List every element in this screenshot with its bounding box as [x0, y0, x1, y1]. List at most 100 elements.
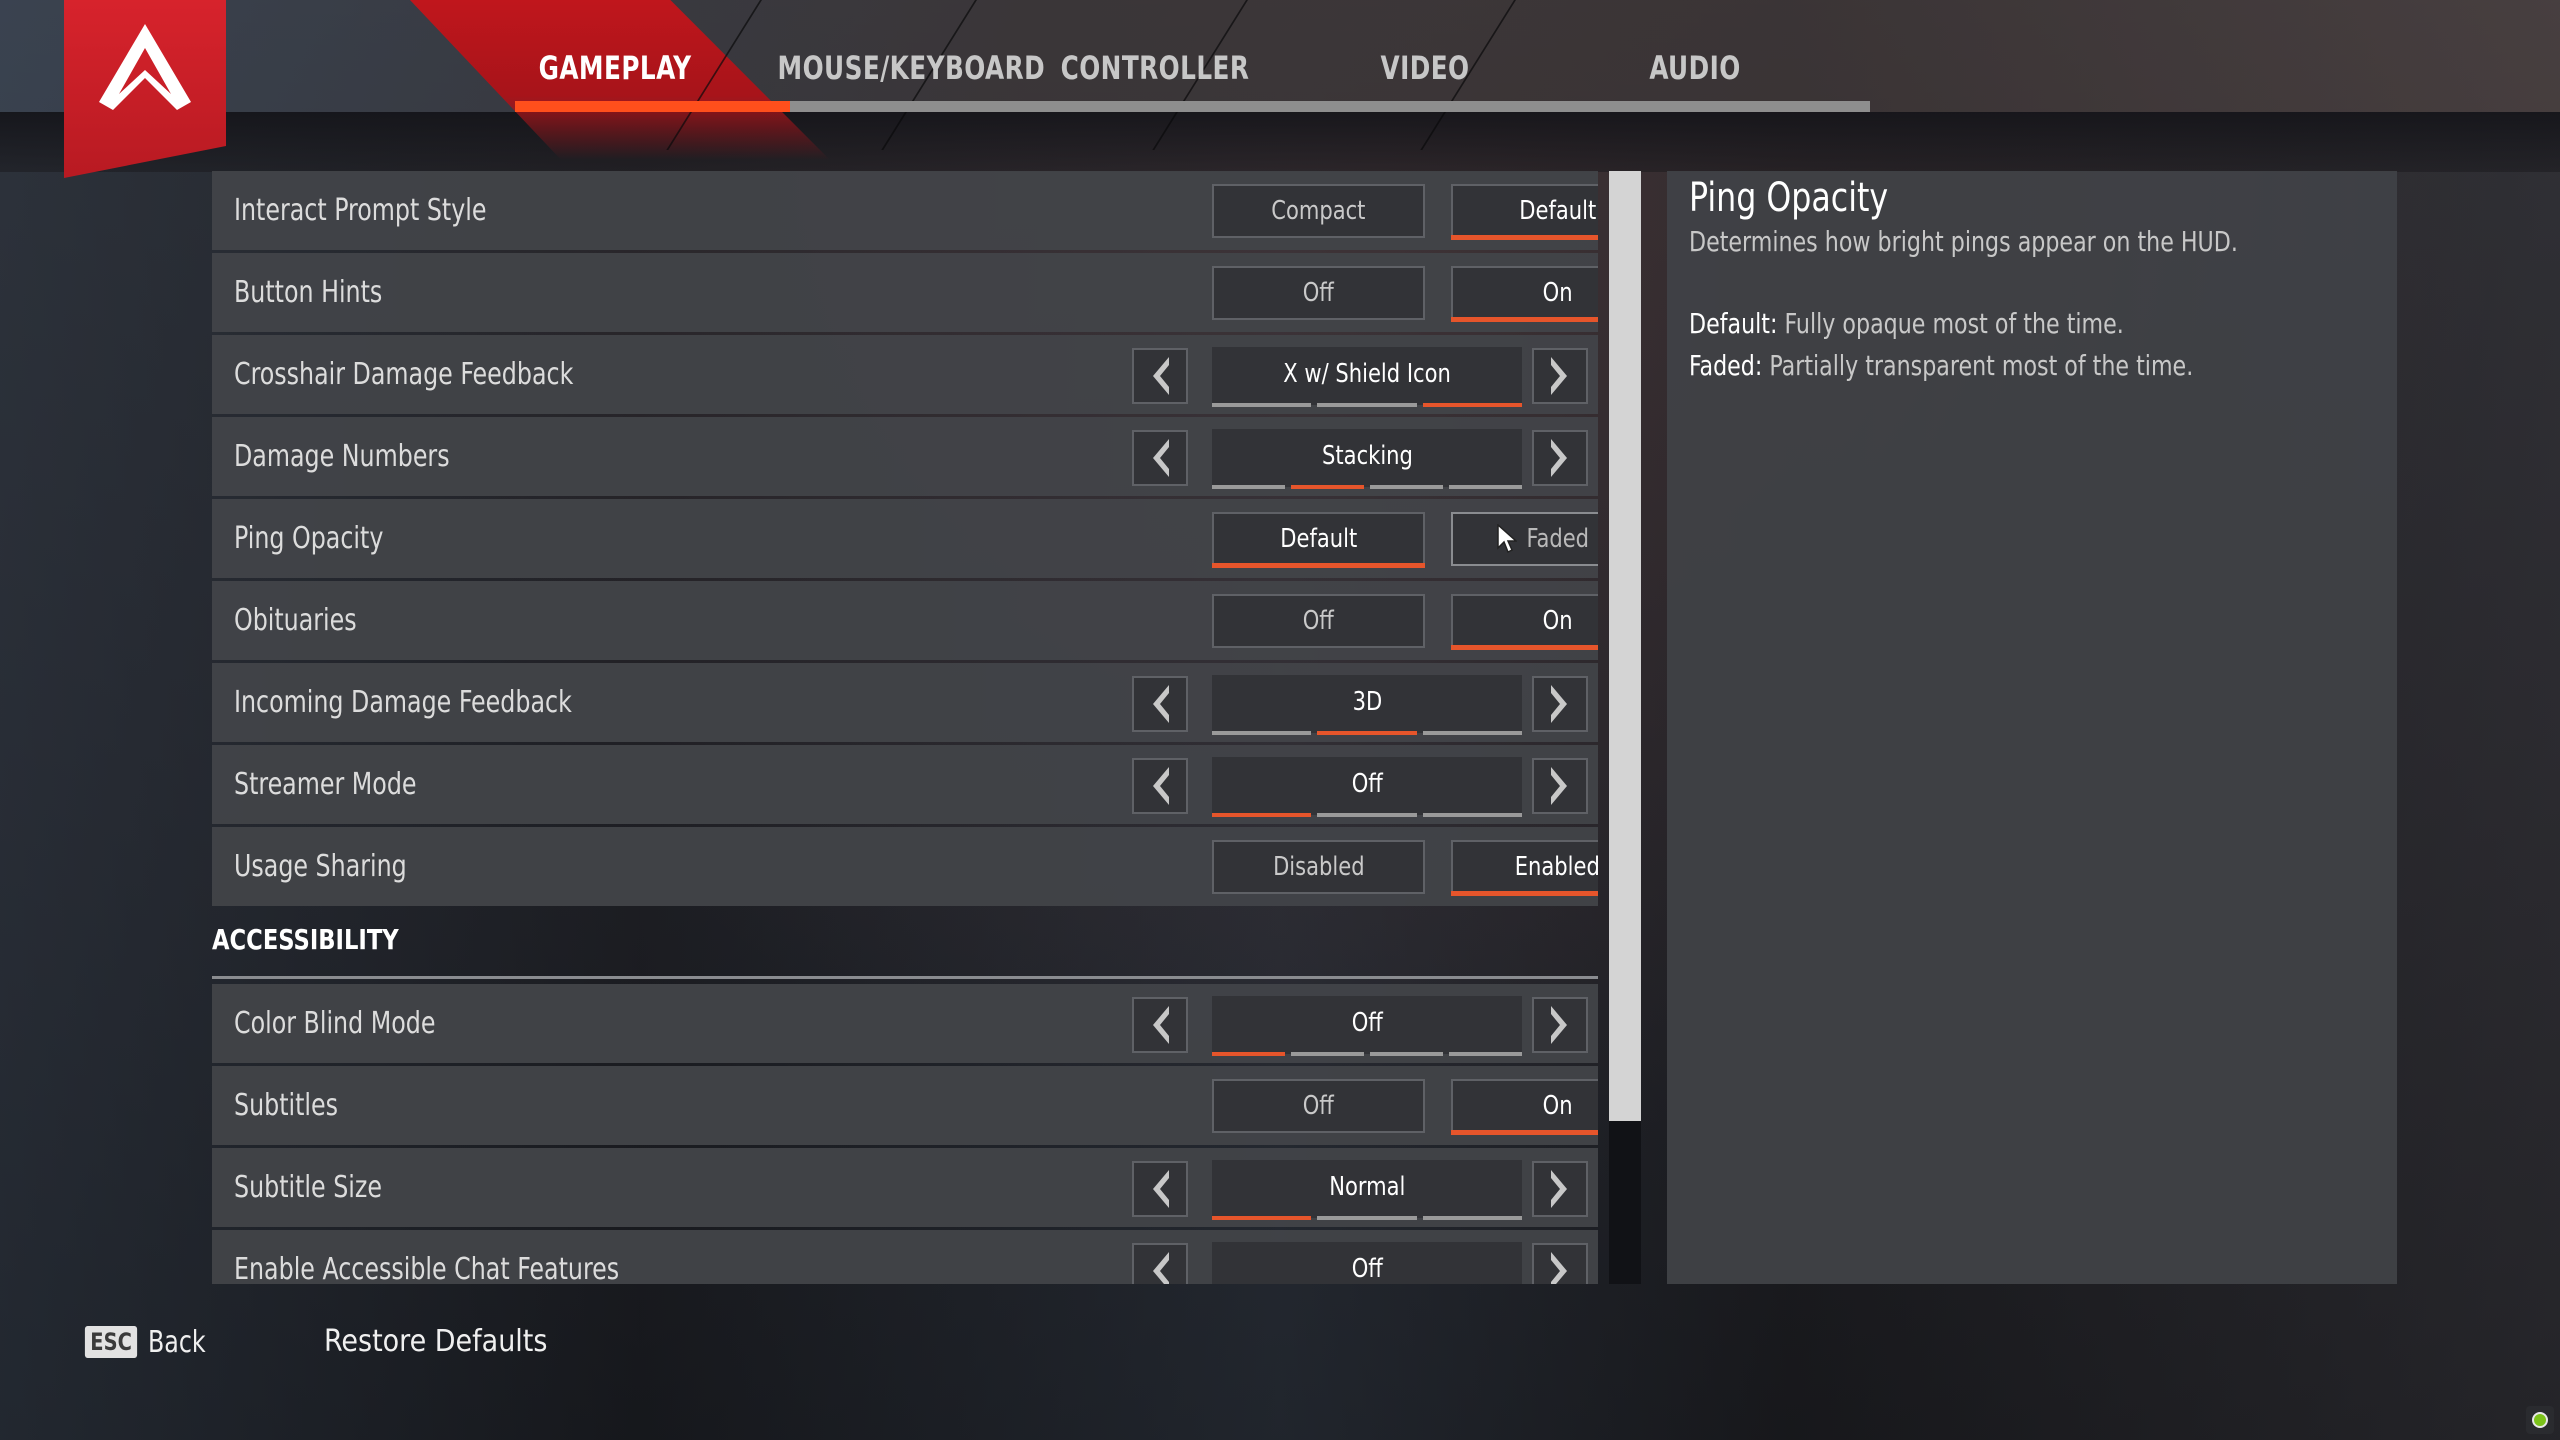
option-label: Off: [1302, 606, 1335, 636]
option-off-button[interactable]: Off: [1212, 266, 1425, 320]
setting-row-ping-opacity[interactable]: Ping Opacity Default Faded: [212, 499, 1598, 578]
setting-row-subtitle-size[interactable]: Subtitle Size Normal: [212, 1148, 1598, 1227]
option-on-button[interactable]: On: [1451, 1079, 1598, 1135]
indicator-segment: [1422, 1216, 1522, 1220]
option-default-button[interactable]: Default: [1212, 512, 1425, 568]
setting-label: Subtitle Size: [234, 1170, 382, 1205]
setting-row-button-hints[interactable]: Button Hints Off On: [212, 253, 1598, 332]
setting-row-usage-sharing[interactable]: Usage Sharing Disabled Enabled: [212, 827, 1598, 906]
cycler-value: Off: [1212, 757, 1522, 811]
option-cycler[interactable]: Off: [1212, 757, 1522, 817]
indicator-segment-active: [1212, 1216, 1312, 1220]
option-default-button[interactable]: Default: [1451, 184, 1598, 240]
status-dot: [2532, 1412, 2548, 1428]
option-off-button[interactable]: Off: [1212, 1079, 1425, 1133]
tab-video[interactable]: VIDEO: [1352, 44, 1498, 92]
tab-gameplay[interactable]: GAMEPLAY: [533, 44, 696, 92]
next-option-button[interactable]: [1532, 430, 1588, 486]
info-title: Ping Opacity: [1689, 175, 1889, 221]
setting-row-streamer-mode[interactable]: Streamer Mode Off: [212, 745, 1598, 824]
option-cycler[interactable]: Normal: [1212, 1160, 1522, 1220]
setting-row-interact-prompt-style[interactable]: Interact Prompt Style Compact Default: [212, 171, 1598, 250]
info-detail-term: Faded:: [1689, 349, 1763, 382]
option-on-button[interactable]: On: [1451, 594, 1598, 650]
chevron-left-icon: [1153, 767, 1169, 805]
chevron-left-icon: [1153, 1252, 1169, 1284]
option-compact-button[interactable]: Compact: [1212, 184, 1425, 238]
next-option-button[interactable]: [1532, 997, 1588, 1053]
option-cycler[interactable]: Off: [1212, 1242, 1522, 1284]
setting-label: Enable Accessible Chat Features: [234, 1252, 620, 1284]
info-detail-default: Default: Fully opaque most of the time.: [1689, 307, 2124, 340]
setting-row-obituaries[interactable]: Obituaries Off On: [212, 581, 1598, 660]
setting-label: Ping Opacity: [234, 521, 384, 556]
option-disabled-button[interactable]: Disabled: [1212, 840, 1425, 894]
mouse-cursor-icon: [1497, 524, 1517, 554]
tab-mouse-keyboard[interactable]: MOUSE/KEYBOARD: [778, 44, 1045, 92]
settings-list[interactable]: Interact Prompt Style Compact Default Butto…: [212, 171, 1598, 1284]
option-off-button[interactable]: Off: [1212, 594, 1425, 648]
back-button[interactable]: ESC Back: [82, 1322, 214, 1362]
next-option-button[interactable]: [1532, 758, 1588, 814]
next-option-button[interactable]: [1532, 348, 1588, 404]
chevron-right-icon: [1551, 1170, 1567, 1208]
setting-row-enable-accessible-chat-features[interactable]: Enable Accessible Chat Features Off: [212, 1230, 1598, 1284]
indicator-segment: [1317, 403, 1417, 407]
back-label: Back: [148, 1324, 206, 1360]
option-label: Default: [1280, 524, 1357, 554]
setting-row-incoming-damage-feedback[interactable]: Incoming Damage Feedback 3D: [212, 663, 1598, 742]
indicator-segment: [1422, 731, 1522, 735]
option-faded-button[interactable]: Faded: [1451, 512, 1598, 566]
info-detail-text: Fully opaque most of the time.: [1777, 307, 2124, 340]
previous-option-button[interactable]: [1132, 430, 1188, 486]
chevron-right-icon: [1551, 767, 1567, 805]
scrollbar-thumb[interactable]: [1609, 171, 1641, 1121]
option-enabled-button[interactable]: Enabled: [1451, 840, 1598, 896]
option-label: Default: [1519, 196, 1596, 226]
setting-label: Color Blind Mode: [234, 1006, 436, 1041]
option-position-indicator: [1212, 403, 1522, 407]
indicator-segment: [1212, 485, 1285, 489]
cycler-value-text: Normal: [1328, 1172, 1406, 1202]
tab-controller[interactable]: CONTROLLER: [1056, 44, 1254, 92]
setting-row-subtitles[interactable]: Subtitles Off On: [212, 1066, 1598, 1145]
option-cycler[interactable]: 3D: [1212, 675, 1522, 735]
cycler-value-text: 3D: [1352, 687, 1382, 717]
option-cycler[interactable]: Stacking: [1212, 429, 1522, 489]
previous-option-button[interactable]: [1132, 997, 1188, 1053]
header-shadow: [0, 112, 2560, 172]
cycler-value: 3D: [1212, 675, 1522, 729]
setting-row-damage-numbers[interactable]: Damage Numbers Stacking: [212, 417, 1598, 496]
chevron-left-icon: [1153, 439, 1169, 477]
cycler-value-text: Off: [1351, 769, 1383, 799]
option-cycler[interactable]: Off: [1212, 996, 1522, 1056]
option-cycler[interactable]: X w/ Shield Icon: [1212, 347, 1522, 407]
setting-label: Incoming Damage Feedback: [234, 685, 572, 720]
chevron-right-icon: [1551, 357, 1567, 395]
chevron-right-icon: [1551, 439, 1567, 477]
option-on-button[interactable]: On: [1451, 266, 1598, 322]
chevron-right-icon: [1551, 1252, 1567, 1284]
setting-row-color-blind-mode[interactable]: Color Blind Mode Off: [212, 984, 1598, 1063]
next-option-button[interactable]: [1532, 1161, 1588, 1217]
restore-defaults-button[interactable]: Restore Defaults: [324, 1322, 547, 1362]
setting-row-crosshair-damage-feedback[interactable]: Crosshair Damage Feedback X w/ Shield Ico…: [212, 335, 1598, 414]
option-label: On: [1542, 278, 1573, 308]
option-position-indicator: [1212, 485, 1522, 489]
tab-audio[interactable]: AUDIO: [1622, 44, 1768, 92]
chevron-left-icon: [1153, 1006, 1169, 1044]
previous-option-button[interactable]: [1132, 1161, 1188, 1217]
indicator-segment-active: [1212, 1052, 1285, 1056]
next-option-button[interactable]: [1532, 676, 1588, 732]
scrollbar-track[interactable]: [1609, 171, 1641, 1284]
section-header-accessibility: ACCESSIBILITY: [212, 909, 1598, 979]
next-option-button[interactable]: [1532, 1243, 1588, 1284]
previous-option-button[interactable]: [1132, 676, 1188, 732]
previous-option-button[interactable]: [1132, 1243, 1188, 1284]
indicator-segment-active: [1291, 485, 1364, 489]
info-detail-text: Partially transparent most of the time.: [1762, 349, 2194, 382]
previous-option-button[interactable]: [1132, 348, 1188, 404]
info-panel: Ping Opacity Determines how bright pings…: [1667, 171, 2397, 1284]
tab-strip: GAMEPLAY MOUSE/KEYBOARD CONTROLLER VIDEO…: [0, 0, 2560, 160]
previous-option-button[interactable]: [1132, 758, 1188, 814]
